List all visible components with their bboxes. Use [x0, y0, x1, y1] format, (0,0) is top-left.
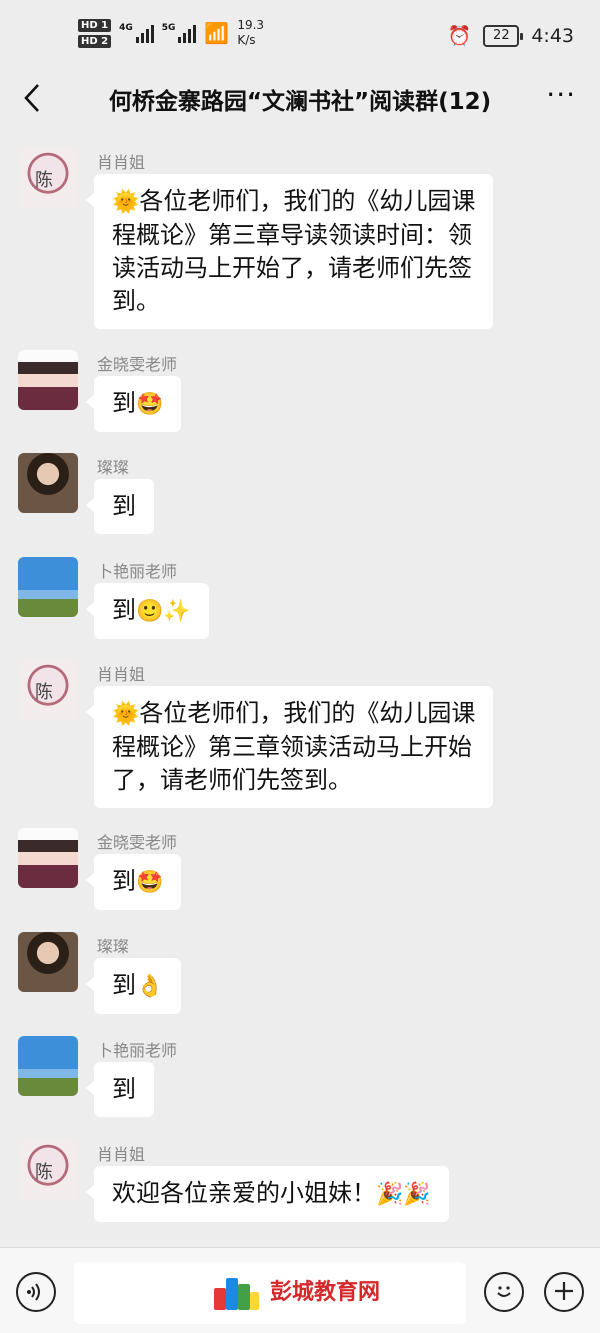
voice-icon [27, 1283, 40, 1301]
signal-sim1-icon: 4G [119, 23, 154, 43]
message-text: 到 [112, 867, 136, 895]
message-line: 到🤩 [112, 387, 163, 421]
sender-name: 肖肖姐 [97, 1145, 146, 1164]
sender-name: 璨璨 [97, 458, 130, 477]
emoji-button[interactable] [484, 1272, 524, 1312]
battery-icon: 22 [483, 24, 524, 47]
more-icon: ··· [546, 78, 576, 111]
more-options-button[interactable]: ··· [546, 80, 576, 110]
message-bubble[interactable]: 到 [86, 479, 154, 534]
message-bubble[interactable]: 到🤩 [85, 854, 182, 910]
avatar-text: 陈 [35, 1162, 53, 1183]
wifi-icon: 📶 [204, 21, 230, 45]
avatar[interactable] [18, 350, 78, 410]
message-text: 到 [112, 492, 136, 520]
message-line: 欢迎各位亲爱的小姐妹！🎉🎉 [112, 1177, 431, 1211]
message-bubble[interactable]: 到 [86, 1062, 154, 1117]
message-text: 程概论》第三章导读领读时间：领 [112, 221, 472, 249]
emoji-icon: 👌 [136, 974, 164, 999]
emoji-icon [497, 1286, 511, 1297]
sender-name: 肖肖姐 [97, 153, 146, 172]
emoji-icon: 🤩 [136, 392, 164, 417]
avatar-text: 陈 [35, 682, 53, 703]
message-text: 到 [112, 1075, 136, 1103]
message-line: 到 [112, 490, 136, 523]
watermark-text: 彭城教育网 [270, 1280, 381, 1305]
watermark: 彭城教育网 [212, 1270, 380, 1310]
hd1-badge: HD 1 [78, 18, 112, 32]
message-bubble[interactable]: 🌞各位老师们，我们的《幼儿园课 程概论》第三章导读领读时间：领 读活动马上开始了，请… [85, 174, 494, 329]
sender-name: 金晓雯老师 [97, 355, 178, 374]
message-line: 了，请老师们先签到。 [112, 764, 475, 797]
message-line: 到👌 [112, 969, 163, 1003]
chevron-left-icon [24, 84, 39, 112]
avatar[interactable] [18, 1036, 78, 1096]
message-line: 🌞各位老师们，我们的《幼儿园课 [112, 185, 475, 219]
message-line: 程概论》第三章领读活动马上开始 [112, 731, 475, 764]
message-text: 了，请老师们先签到。 [112, 766, 352, 794]
chat-title: 何桥金寨路园“文澜书社”阅读群(12) [108, 89, 492, 115]
title-bar: 何桥金寨路园“文澜书社”阅读群(12) ··· [0, 70, 600, 128]
avatar[interactable]: 陈 [18, 660, 78, 720]
status-right: ⏰ 22 4:43 [448, 24, 574, 47]
message-text: 到 [112, 389, 136, 417]
message-bubble[interactable]: 欢迎各位亲爱的小姐妹！🎉🎉 [86, 1166, 449, 1222]
message-text: 欢迎各位亲爱的小姐妹！ [112, 1179, 376, 1207]
avatar[interactable] [18, 453, 78, 513]
status-left: HD 1 HD 2 4G 5G 📶 19.3 K/s [78, 18, 264, 48]
avatar-text: 陈 [35, 170, 53, 191]
message-text: 到 [112, 971, 136, 999]
message-text: 到 [112, 596, 136, 624]
sender-name: 卜艳丽老师 [97, 562, 178, 581]
sender-name: 卜艳丽老师 [97, 1041, 178, 1060]
message-line: 程概论》第三章导读领读时间：领 [112, 219, 475, 252]
clock: 4:43 [531, 24, 574, 47]
avatar[interactable] [18, 828, 78, 888]
avatar[interactable]: 陈 [18, 148, 78, 208]
sender-name: 金晓雯老师 [97, 833, 178, 852]
message-line: 到🤩 [112, 865, 163, 899]
message-line: 到 [112, 1073, 136, 1106]
sun-emoji-icon: 🌞 [112, 702, 140, 727]
avatar[interactable] [18, 932, 78, 992]
message-bubble[interactable]: 🌞各位老师们，我们的《幼儿园课 程概论》第三章领读活动马上开始 了，请老师们先签到。 [85, 686, 494, 808]
message-bubble[interactable]: 到🙂✨ [86, 583, 209, 639]
status-bar: HD 1 HD 2 4G 5G 📶 19.3 K/s ⏰ 22 4:43 [0, 0, 600, 70]
message-text: 各位老师们，我们的《幼儿园课 [139, 187, 476, 215]
voice-input-button[interactable] [16, 1272, 56, 1312]
message-text: 到。 [112, 287, 160, 315]
plus-icon [555, 1282, 573, 1300]
more-actions-button[interactable] [544, 1272, 584, 1312]
message-bubble[interactable]: 到👌 [85, 958, 182, 1014]
message-text: 各位老师们，我们的《幼儿园课 [139, 699, 476, 727]
back-button[interactable] [14, 76, 50, 120]
sender-name: 璨璨 [97, 937, 130, 956]
book-logo-icon [212, 1270, 260, 1310]
message-line: 🌞各位老师们，我们的《幼儿园课 [112, 697, 475, 731]
hd2-badge: HD 2 [78, 34, 112, 48]
emoji-icon: 🤩 [136, 870, 164, 895]
emoji-icon: 🙂✨ [136, 599, 191, 624]
sun-emoji-icon: 🌞 [112, 190, 140, 215]
message-line: 读活动马上开始了，请老师们先签 [112, 252, 475, 285]
emoji-icon: 🎉🎉 [376, 1182, 431, 1207]
message-line: 到🙂✨ [112, 594, 191, 628]
message-bubble[interactable]: 到🤩 [85, 376, 182, 432]
alarm-icon: ⏰ [447, 25, 472, 47]
avatar[interactable]: 陈 [18, 1140, 78, 1200]
sender-name: 肖肖姐 [97, 665, 146, 684]
message-line: 到。 [112, 285, 475, 318]
message-text: 读活动马上开始了，请老师们先签 [112, 254, 472, 282]
signal-sim2-icon: 5G [162, 23, 197, 43]
avatar[interactable] [18, 557, 78, 617]
network-speed: 19.3 K/s [237, 18, 265, 47]
message-text: 程概论》第三章领读活动马上开始 [112, 733, 472, 761]
